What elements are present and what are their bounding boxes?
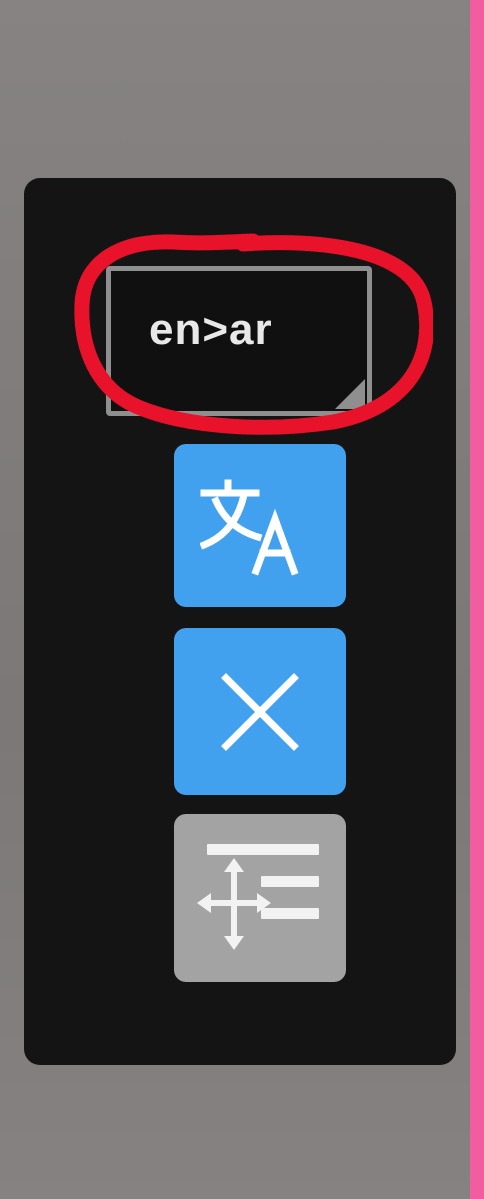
language-pair-field[interactable]: en>ar [106, 266, 372, 416]
close-button[interactable] [174, 628, 346, 795]
translator-toolbar: en>ar [24, 178, 456, 1065]
language-pair-label: en>ar [149, 305, 273, 354]
move-reorder-button[interactable] [174, 814, 346, 982]
translate-button[interactable] [174, 444, 346, 607]
resize-handle-icon[interactable] [335, 379, 365, 409]
translate-icon [200, 479, 299, 575]
move-icon [197, 844, 319, 950]
close-icon [221, 672, 299, 751]
screen-edge-accent [470, 0, 484, 1199]
